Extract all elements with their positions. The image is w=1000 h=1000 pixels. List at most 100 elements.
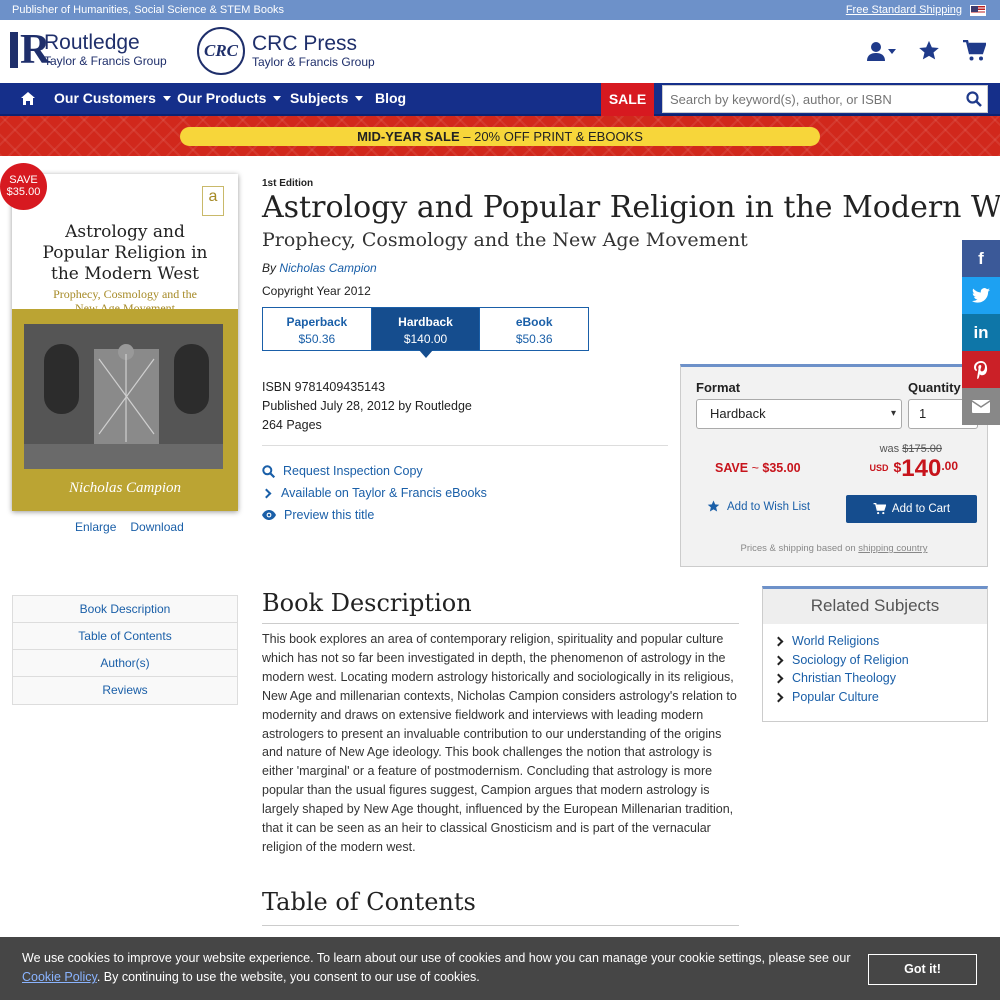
shipping-note: Prices & shipping based on shipping coun…	[681, 543, 987, 554]
save-badge-amount: $35.00	[6, 186, 41, 198]
page-title: Astrology and Popular Religion in the Mo…	[262, 190, 1000, 225]
format-label: Format	[696, 380, 741, 395]
enlarge-link[interactable]: Enlarge	[75, 520, 116, 534]
related-subject-item[interactable]: Christian Theology	[773, 669, 987, 688]
save-label: SAVE	[715, 461, 749, 475]
cookie-accept-button[interactable]: Got it!	[868, 954, 977, 985]
save-amount: SAVE ~ $35.00	[715, 461, 801, 475]
main-nav: Our Customers Our Products Subjects Blog…	[0, 83, 1000, 116]
chevron-right-icon	[773, 655, 784, 665]
save-badge: SAVE $35.00	[0, 163, 47, 210]
format-price: $140.00	[403, 332, 448, 346]
user-icon[interactable]	[866, 41, 896, 61]
book-description-heading: Book Description	[262, 589, 472, 617]
table-of-contents-heading: Table of Contents	[262, 888, 476, 916]
format-select[interactable]: Hardback	[696, 399, 902, 429]
pinterest-icon[interactable]	[962, 351, 1000, 388]
currency-code: USD	[869, 463, 889, 473]
format-name: eBook	[515, 315, 553, 329]
copyright-year: Copyright Year 2012	[262, 284, 371, 298]
quantity-label: Quantity	[908, 380, 961, 395]
promo-pill[interactable]: MID-YEAR SALE – 20% OFF PRINT & EBOOKS	[180, 127, 820, 146]
was-price: was $175.00	[880, 443, 942, 455]
request-inspection-copy-link[interactable]: Request Inspection Copy	[262, 460, 487, 482]
book-cover[interactable]: a Astrology and Popular Religion in the …	[12, 174, 238, 511]
related-subject-item[interactable]: Sociology of Religion	[773, 651, 987, 670]
caret-down-icon	[273, 96, 282, 101]
nav-item-label: Our Products	[177, 90, 267, 106]
nav-our-customers[interactable]: Our Customers	[54, 83, 171, 114]
price-cents: .00	[941, 459, 958, 473]
section-nav-reviews[interactable]: Reviews	[13, 677, 237, 704]
section-nav-table-of-contents[interactable]: Table of Contents	[13, 623, 237, 650]
related-subject-item[interactable]: World Religions	[773, 632, 987, 651]
promo-text: – 20% OFF PRINT & EBOOKS	[459, 129, 643, 144]
shipping-note-text: Prices & shipping based on	[740, 543, 859, 554]
cover-title: Astrology and Popular Religion in the Mo…	[42, 222, 208, 284]
section-nav-authors[interactable]: Author(s)	[13, 650, 237, 677]
sundial-photo	[24, 324, 223, 469]
search-input[interactable]	[663, 86, 961, 112]
taylor-francis-ebooks-link[interactable]: Available on Taylor & Francis eBooks	[261, 482, 487, 504]
cookie-text-1: We use cookies to improve your website e…	[22, 951, 851, 965]
us-flag-icon[interactable]	[970, 4, 986, 16]
cookie-policy-link[interactable]: Cookie Policy	[22, 970, 97, 984]
social-share-bar: f in	[962, 240, 1000, 425]
routledge-name: Routledge	[44, 31, 140, 54]
add-to-cart-button[interactable]: Add to Cart	[846, 495, 977, 523]
format-name: Paperback	[286, 315, 348, 329]
divider	[262, 925, 739, 926]
caret-down-icon	[355, 96, 364, 101]
routledge-group: Taylor & Francis Group	[44, 54, 167, 68]
format-hardback[interactable]: Hardback $140.00	[371, 308, 481, 358]
cart-icon[interactable]	[962, 40, 986, 62]
preview-title-link[interactable]: Preview this title	[262, 504, 487, 526]
linkedin-icon[interactable]: in	[962, 314, 1000, 351]
nav-subjects[interactable]: Subjects	[290, 83, 364, 114]
nav-item-label: Blog	[375, 90, 407, 106]
cookie-text-2: . By continuing to use the website, you …	[96, 970, 480, 984]
nav-blog[interactable]: Blog	[375, 83, 406, 114]
format-paperback[interactable]: Paperback $50.36	[263, 308, 372, 350]
format-ebook[interactable]: eBook $50.36	[480, 308, 588, 350]
section-nav: Book Description Table of Contents Autho…	[12, 595, 238, 705]
crc-name: CRC Press	[252, 32, 358, 55]
add-to-wish-list-button[interactable]: Add to Wish List	[707, 500, 810, 513]
by-label: By	[262, 261, 280, 275]
price-whole: 140	[901, 455, 942, 482]
crc-press-logo[interactable]: CRC CRC Press Taylor & Francis Group	[197, 27, 375, 75]
free-shipping-link[interactable]: Free Standard Shipping	[846, 0, 962, 20]
nav-our-products[interactable]: Our Products	[177, 83, 282, 114]
email-icon[interactable]	[962, 388, 1000, 425]
home-icon[interactable]	[21, 83, 35, 114]
promo-bold: MID-YEAR SALE	[357, 129, 460, 144]
cart-label: Add to Cart	[891, 503, 951, 515]
related-subject-item[interactable]: Popular Culture	[773, 688, 987, 707]
page-subtitle: Prophecy, Cosmology and the New Age Move…	[262, 229, 748, 251]
format-price: $50.36	[298, 332, 336, 346]
promo-banner: MID-YEAR SALE – 20% OFF PRINT & EBOOKS	[0, 116, 1000, 156]
save-separator: ~	[748, 461, 763, 475]
isbn: ISBN 9781409435143	[262, 380, 386, 394]
publisher-imprint-icon: a	[202, 186, 224, 216]
action-label: Request Inspection Copy	[283, 464, 423, 478]
twitter-icon[interactable]	[962, 277, 1000, 314]
search-icon[interactable]	[961, 86, 987, 112]
related-subject-label: World Religions	[792, 634, 880, 648]
action-label: Available on Taylor & Francis eBooks	[281, 486, 487, 500]
section-nav-book-description[interactable]: Book Description	[13, 596, 237, 623]
divider	[262, 623, 739, 624]
related-subjects: Related Subjects World Religions Sociolo…	[762, 586, 988, 722]
price-symbol: $	[893, 459, 902, 475]
facebook-icon[interactable]: f	[962, 240, 1000, 277]
star-icon[interactable]	[918, 40, 940, 62]
routledge-logo[interactable]: R Routledge Taylor & Francis Group	[10, 27, 167, 73]
author-link[interactable]: Nicholas Campion	[279, 261, 376, 275]
star-icon	[707, 500, 720, 512]
shipping-country-link[interactable]: shipping country	[858, 543, 927, 554]
action-label: Preview this title	[284, 508, 375, 522]
chevron-right-icon	[773, 636, 784, 647]
cover-author: Nicholas Campion	[68, 480, 182, 496]
download-link[interactable]: Download	[130, 520, 183, 534]
sale-link[interactable]: SALE	[601, 83, 654, 116]
